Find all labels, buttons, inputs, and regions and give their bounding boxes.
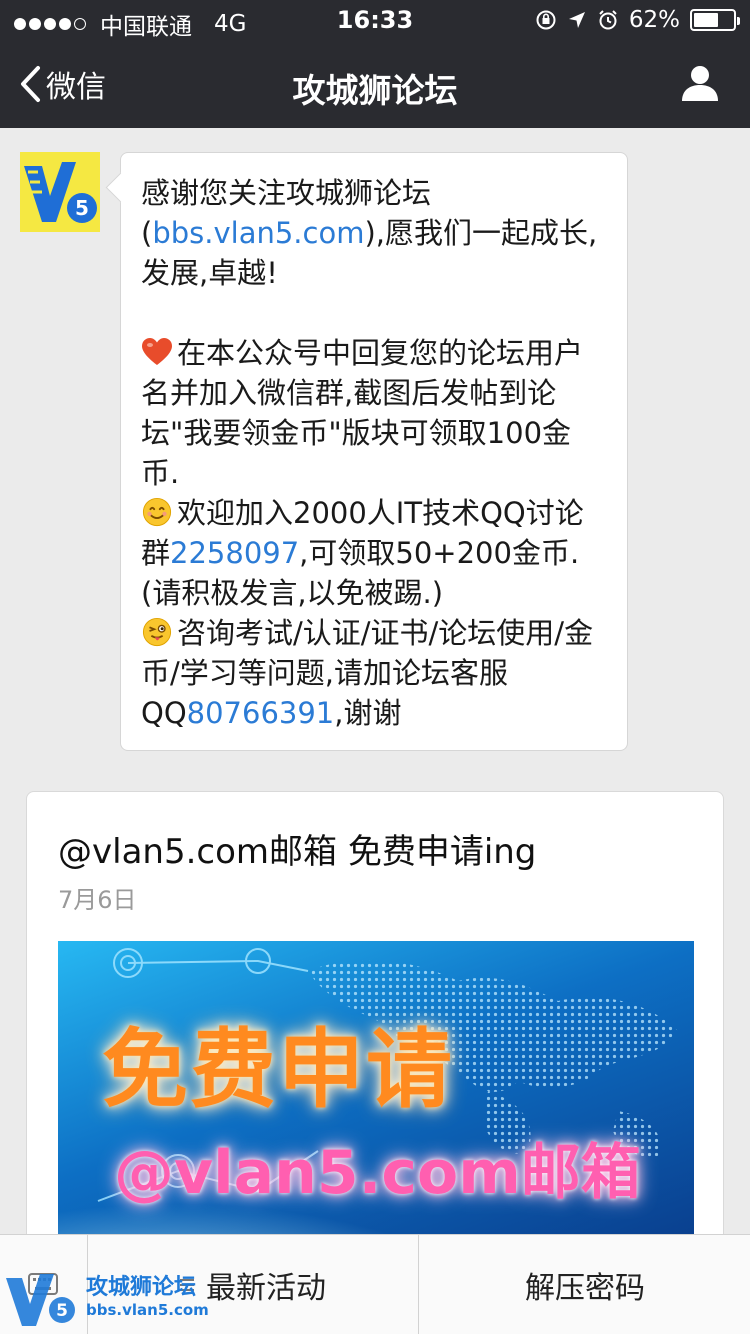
forum-link[interactable]: bbs.vlan5.com	[152, 216, 364, 250]
intro-paragraph: 感谢您关注攻城狮论坛(bbs.vlan5.com),愿我们一起成长,发展,卓越!	[141, 173, 609, 293]
v5-logo-icon: 5	[20, 152, 100, 232]
nav-bar: 微信 攻城狮论坛	[0, 40, 750, 128]
watermark-text: 攻城狮论坛 bbs.vlan5.com	[86, 1277, 209, 1321]
cover-subheadline: @vlan5.com邮箱	[114, 1138, 641, 1208]
article-cover-image: 免费申请 @vlan5.com邮箱	[58, 941, 694, 1241]
alarm-icon	[599, 10, 617, 30]
forum-watermark: 5 攻城狮论坛 bbs.vlan5.com	[4, 1270, 209, 1328]
rotation-lock-icon	[536, 10, 556, 30]
battery-icon	[690, 9, 740, 31]
svg-text:5: 5	[75, 196, 89, 220]
article-card[interactable]: @vlan5.com邮箱 免费申请ing 7月6日 免费申请 @vlan5.co…	[26, 791, 724, 1311]
article-title: @vlan5.com邮箱 免费申请ing	[58, 832, 537, 872]
item3-text-end: ,谢谢	[334, 696, 402, 730]
wink-tongue-icon	[142, 617, 172, 647]
status-right: 62%	[535, 7, 740, 33]
item-support-qq: 咨询考试/认证/证书/论坛使用/金币/学习等问题,请加论坛客服QQ8076639…	[141, 613, 609, 733]
menu-item2-label: 解压密码	[525, 1271, 645, 1306]
qq-group-link[interactable]: 2258097	[170, 536, 299, 570]
heart-icon	[142, 338, 172, 365]
message-bubble: 感谢您关注攻城狮论坛(bbs.vlan5.com),愿我们一起成长,发展,卓越!…	[120, 152, 628, 751]
v5-watermark-logo-icon: 5	[6, 1274, 75, 1326]
cover-headline: 免费申请	[102, 1020, 454, 1120]
page-title: 攻城狮论坛	[292, 71, 458, 110]
profile-button[interactable]	[680, 64, 720, 106]
status-bar: 中国联通 4G 16:33 62%	[0, 0, 750, 40]
menu-unzip-password[interactable]: 解压密码	[420, 1235, 750, 1334]
sender-avatar[interactable]: 5	[20, 152, 100, 232]
watermark-url: bbs.vlan5.com	[86, 1301, 209, 1319]
item1-text: 在本公众号中回复您的论坛用户名并加入微信群,截图后发帖到论坛"我要领金币"版块可…	[141, 336, 584, 490]
user-icon	[682, 66, 718, 101]
menu-item1-label: 最新活动	[206, 1271, 326, 1306]
location-icon	[568, 12, 585, 28]
battery-percent: 62%	[628, 7, 680, 33]
watermark-name: 攻城狮论坛	[86, 1275, 197, 1300]
article-date: 7月6日	[58, 886, 137, 914]
smiley-icon	[142, 497, 172, 527]
item-qq-group: 欢迎加入2000人IT技术QQ讨论群2258097,可领取50+200金币.(请…	[141, 493, 609, 613]
support-qq-link[interactable]: 80766391	[187, 696, 335, 730]
item-forum-coins: 在本公众号中回复您的论坛用户名并加入微信群,截图后发帖到论坛"我要领金币"版块可…	[141, 333, 609, 493]
svg-text:5: 5	[56, 1301, 68, 1321]
